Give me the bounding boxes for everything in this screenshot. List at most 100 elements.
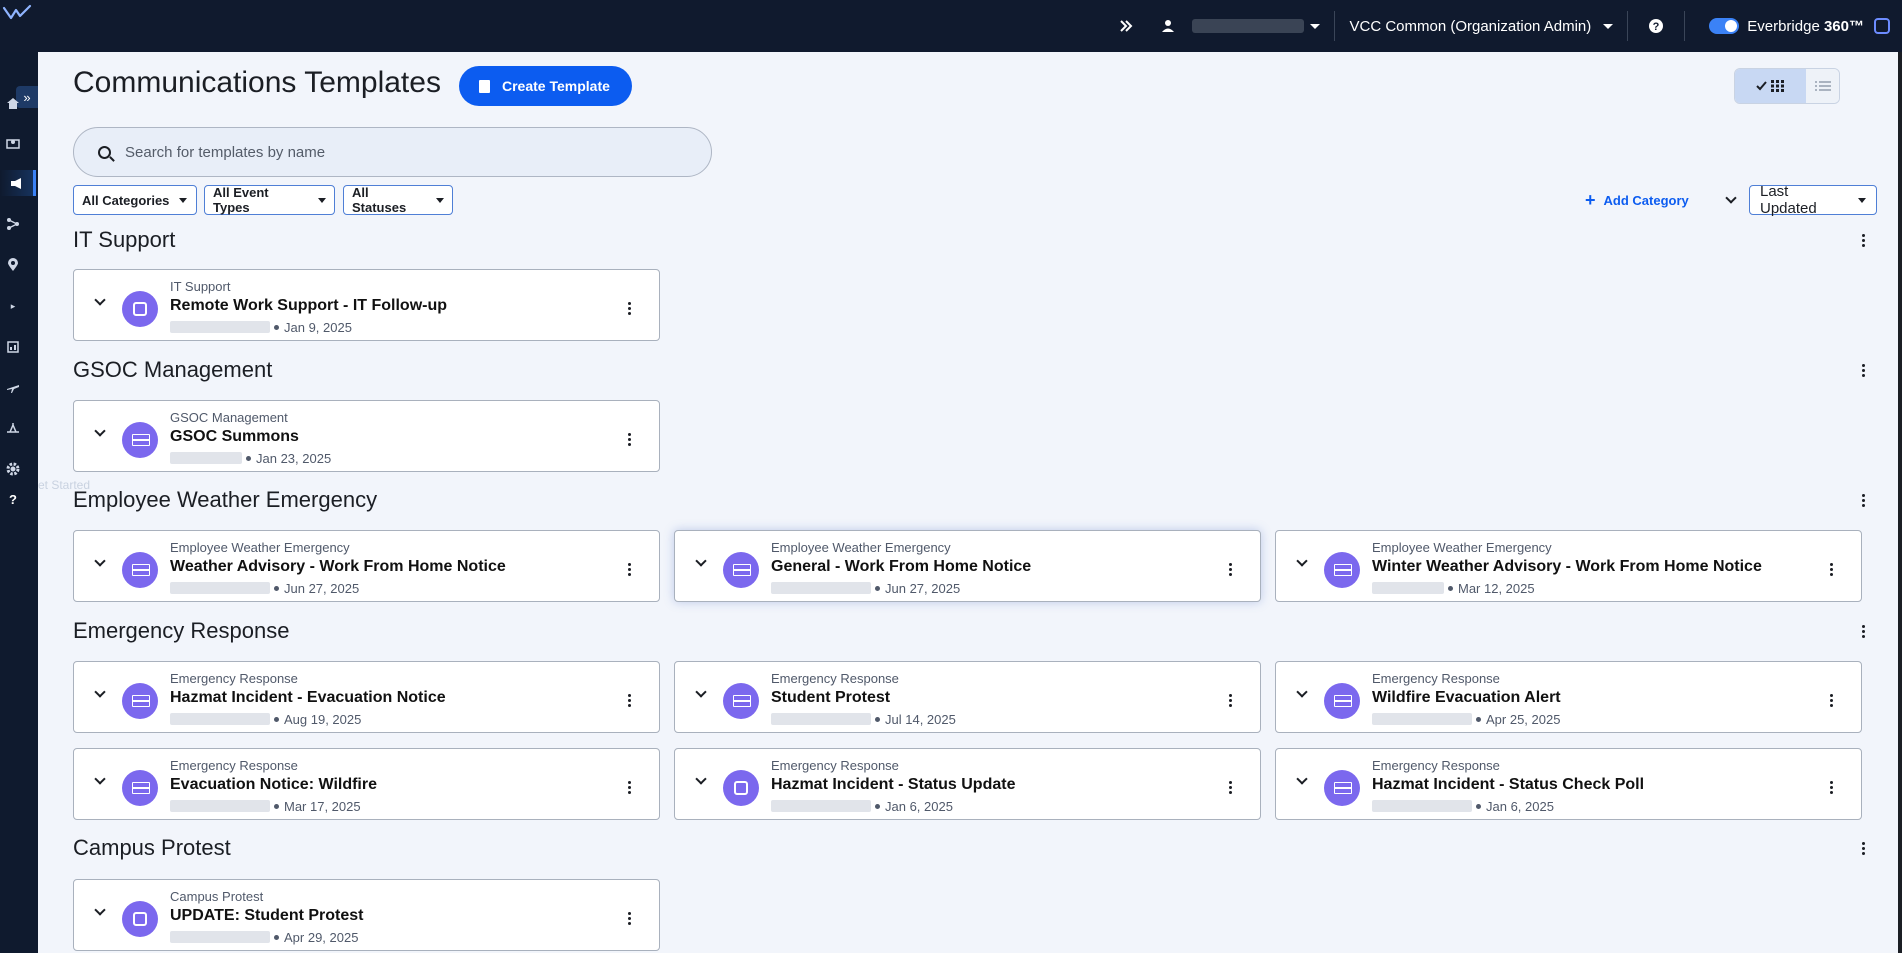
author-redacted — [170, 800, 270, 812]
gear-icon[interactable] — [0, 456, 26, 482]
travel-icon[interactable] — [0, 375, 26, 401]
mail-icon — [723, 770, 759, 806]
workflow-icon[interactable] — [0, 211, 26, 237]
event-types-filter[interactable]: All Event Types — [204, 185, 335, 215]
help-circle-icon[interactable]: ? — [1642, 12, 1670, 40]
template-name[interactable]: Remote Work Support - IT Follow-up — [170, 297, 447, 315]
search-input[interactable] — [125, 143, 685, 161]
template-name[interactable]: Winter Weather Advisory - Work From Home… — [1372, 558, 1762, 576]
card-menu-kebab-icon[interactable] — [619, 908, 639, 928]
template-date: Jan 6, 2025 — [1486, 798, 1554, 814]
card-menu-kebab-icon[interactable] — [1220, 559, 1240, 579]
author-redacted — [1372, 713, 1472, 725]
caret-down-icon — [1858, 197, 1866, 203]
template-name[interactable]: Student Protest — [771, 689, 890, 707]
card-menu-kebab-icon[interactable] — [619, 690, 639, 710]
collapse-all-button[interactable] — [1718, 187, 1744, 213]
card-menu-kebab-icon[interactable] — [619, 429, 639, 449]
template-name[interactable]: Hazmat Incident - Status Update — [771, 776, 1015, 794]
template-name[interactable]: UPDATE: Student Protest — [170, 907, 363, 925]
card-menu-kebab-icon[interactable] — [1220, 690, 1240, 710]
card-menu-kebab-icon[interactable] — [619, 559, 639, 579]
user-menu-caret-icon[interactable] — [1310, 23, 1321, 29]
app-switcher-icon[interactable] — [1874, 18, 1890, 34]
add-category-button[interactable]: + Add Category — [1585, 187, 1689, 213]
megaphone-icon[interactable] — [0, 170, 36, 196]
template-card[interactable]: Employee Weather Emergency Weather Advis… — [73, 530, 660, 602]
expand-card-button[interactable] — [92, 686, 108, 702]
create-template-label: Create Template — [502, 78, 610, 94]
crisis-icon[interactable] — [0, 415, 26, 441]
category-menu-kebab-icon[interactable] — [1853, 230, 1873, 250]
expand-group-chevron-icon[interactable]: ▸ — [0, 293, 26, 319]
template-card[interactable]: Emergency Response Hazmat Incident - Sta… — [674, 748, 1261, 820]
everbridge-logo-icon[interactable] — [2, 4, 32, 22]
template-card[interactable]: Campus Protest UPDATE: Student Protest A… — [73, 879, 660, 951]
expand-card-button[interactable] — [1294, 773, 1310, 789]
expand-card-button[interactable] — [92, 425, 108, 441]
expand-card-button[interactable] — [693, 555, 709, 571]
template-card[interactable]: Employee Weather Emergency Winter Weathe… — [1275, 530, 1862, 602]
expand-card-button[interactable] — [1294, 555, 1310, 571]
expand-card-button[interactable] — [92, 294, 108, 310]
card-menu-kebab-icon[interactable] — [619, 777, 639, 797]
template-category: IT Support — [170, 279, 231, 294]
template-category: Emergency Response — [1372, 758, 1500, 773]
sort-select[interactable]: Last Updated — [1749, 183, 1877, 217]
expand-card-button[interactable] — [92, 773, 108, 789]
expand-card-button[interactable] — [92, 904, 108, 920]
template-card[interactable]: Emergency Response Wildfire Evacuation A… — [1275, 661, 1862, 733]
template-card[interactable]: Employee Weather Emergency General - Wor… — [674, 530, 1261, 602]
card-menu-kebab-icon[interactable] — [1220, 777, 1240, 797]
card-menu-kebab-icon[interactable] — [1821, 690, 1841, 710]
template-card[interactable]: Emergency Response Hazmat Incident - Sta… — [1275, 748, 1862, 820]
template-name[interactable]: General - Work From Home Notice — [771, 558, 1031, 576]
location-pin-icon[interactable] — [0, 252, 26, 278]
list-view-button[interactable] — [1806, 69, 1839, 103]
reports-icon[interactable] — [0, 334, 26, 360]
user-name-redacted[interactable] — [1192, 19, 1305, 33]
template-name[interactable]: Hazmat Incident - Status Check Poll — [1372, 776, 1644, 794]
template-card[interactable]: Emergency Response Hazmat Incident - Eva… — [73, 661, 660, 733]
template-name[interactable]: GSOC Summons — [170, 428, 299, 446]
expand-card-button[interactable] — [693, 773, 709, 789]
map-icon[interactable] — [0, 130, 26, 156]
create-template-button[interactable]: Create Template — [459, 66, 632, 106]
template-name[interactable]: Weather Advisory - Work From Home Notice — [170, 558, 506, 576]
category-menu-kebab-icon[interactable] — [1853, 360, 1873, 380]
template-card[interactable]: IT Support Remote Work Support - IT Foll… — [73, 269, 660, 341]
page-title: Communications Templates — [73, 66, 441, 99]
template-name[interactable]: Hazmat Incident - Evacuation Notice — [170, 689, 446, 707]
org-selector-caret-icon[interactable] — [1603, 23, 1614, 29]
categories-filter-label: All Categories — [82, 192, 170, 208]
expand-card-button[interactable] — [693, 686, 709, 702]
org-selector-label[interactable]: VCC Common (Organization Admin) — [1349, 18, 1591, 35]
categories-filter[interactable]: All Categories — [73, 185, 197, 215]
everbridge-360-toggle[interactable] — [1709, 18, 1740, 34]
double-chevron-right-icon[interactable] — [1112, 12, 1140, 40]
expand-card-button[interactable] — [1294, 686, 1310, 702]
user-icon[interactable] — [1154, 12, 1182, 40]
help-icon[interactable]: ? — [0, 486, 26, 512]
template-card[interactable]: Emergency Response Student Protest Jul 1… — [674, 661, 1261, 733]
template-meta: Jul 14, 2025 — [771, 712, 956, 727]
category-menu-kebab-icon[interactable] — [1853, 490, 1873, 510]
statuses-filter[interactable]: All Statuses — [343, 185, 453, 215]
card-menu-kebab-icon[interactable] — [1821, 559, 1841, 579]
template-date: Jun 27, 2025 — [284, 580, 360, 596]
svg-text:?: ? — [1653, 21, 1660, 33]
template-date: Mar 17, 2025 — [284, 798, 361, 814]
card-menu-kebab-icon[interactable] — [619, 298, 639, 318]
home-icon[interactable] — [0, 90, 26, 116]
template-meta: Apr 25, 2025 — [1372, 712, 1560, 727]
category-menu-kebab-icon[interactable] — [1853, 838, 1873, 858]
template-name[interactable]: Evacuation Notice: Wildfire — [170, 776, 377, 794]
card-menu-kebab-icon[interactable] — [1821, 777, 1841, 797]
grid-view-button[interactable] — [1735, 69, 1806, 103]
template-card[interactable]: Emergency Response Evacuation Notice: Wi… — [73, 748, 660, 820]
template-name[interactable]: Wildfire Evacuation Alert — [1372, 689, 1561, 707]
category-menu-kebab-icon[interactable] — [1853, 621, 1873, 641]
expand-card-button[interactable] — [92, 555, 108, 571]
template-card[interactable]: GSOC Management GSOC Summons Jan 23, 202… — [73, 400, 660, 472]
author-redacted — [170, 321, 270, 333]
